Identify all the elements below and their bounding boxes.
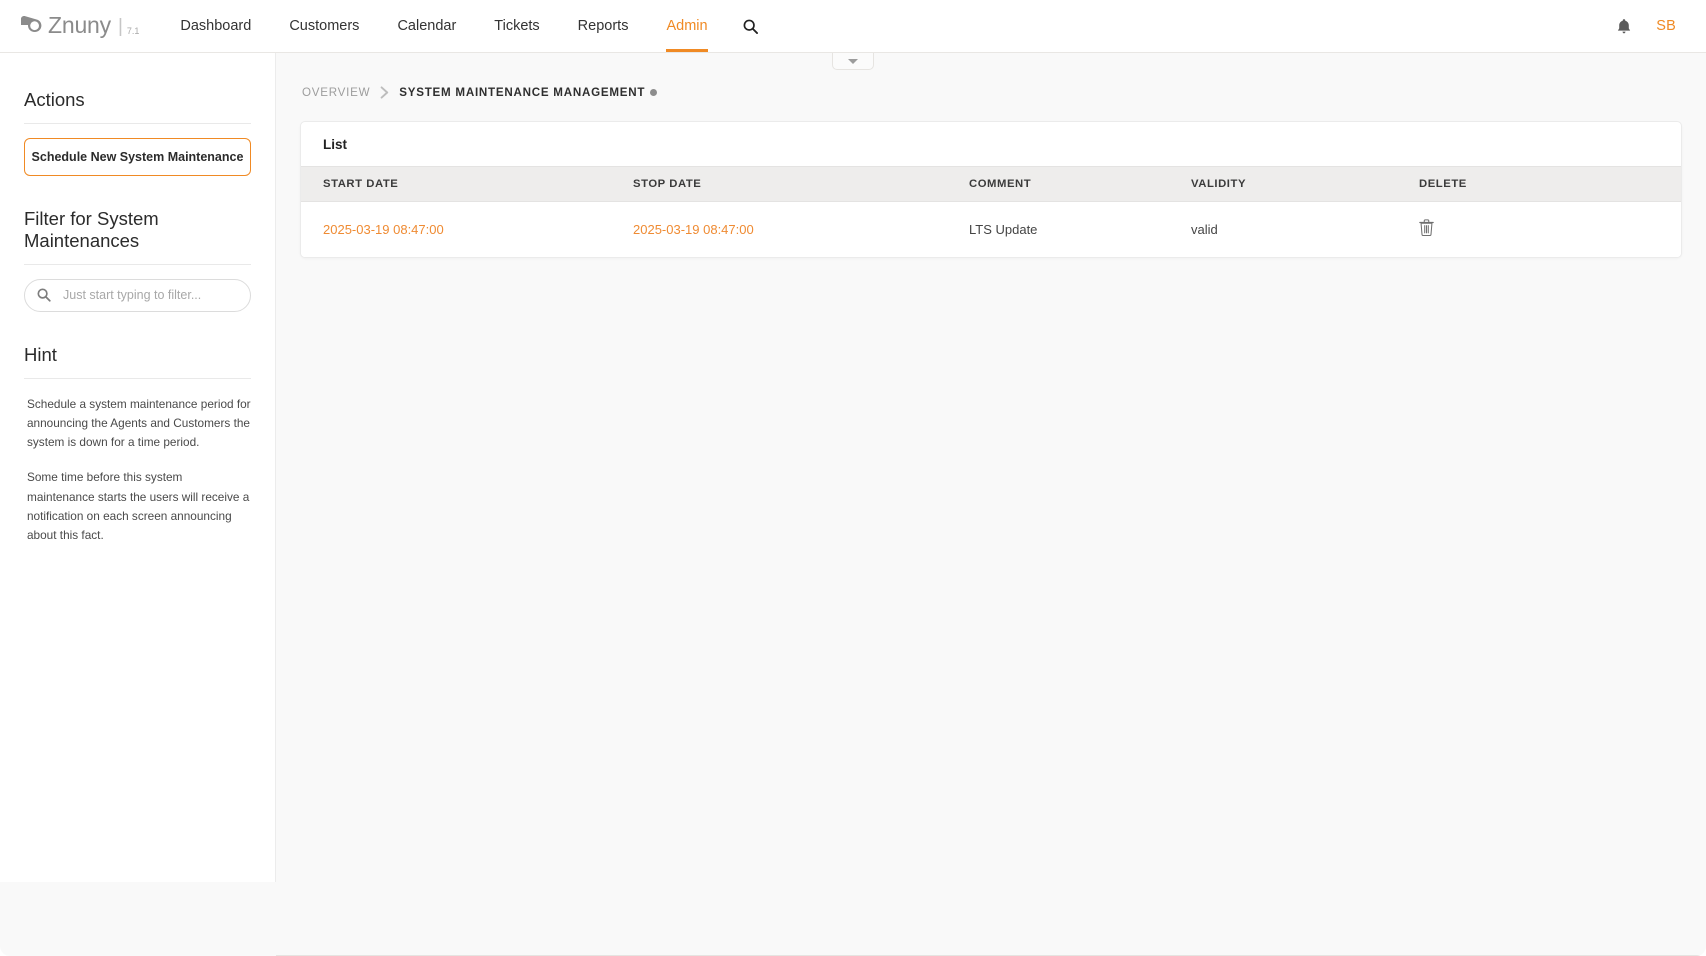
hint-paragraph-2: Some time before this system maintenance… <box>24 468 251 544</box>
delete-row-button[interactable] <box>1419 219 1434 236</box>
cell-stop-date: 2025-03-19 08:47:00 <box>633 202 969 258</box>
table-header-row: START DATE STOP DATE COMMENT VALIDITY DE… <box>301 167 1681 202</box>
cell-validity: valid <box>1191 202 1419 258</box>
nav-item-admin[interactable]: Admin <box>647 0 726 52</box>
system-maintenance-table: START DATE STOP DATE COMMENT VALIDITY DE… <box>301 166 1681 257</box>
app-window: Znuny | 7.1 Dashboard Customers Calendar… <box>0 0 1706 956</box>
app-logo[interactable]: Znuny | 7.1 <box>18 14 139 39</box>
start-date-link[interactable]: 2025-03-19 08:47:00 <box>323 222 444 237</box>
nav-item-tickets[interactable]: Tickets <box>475 0 558 52</box>
nav-item-calendar[interactable]: Calendar <box>378 0 475 52</box>
column-header-delete[interactable]: DELETE <box>1419 167 1681 202</box>
sidebar-filter-title: Filter for System Maintenances <box>24 176 251 265</box>
cell-comment: LTS Update <box>969 202 1191 258</box>
filter-input[interactable] <box>24 279 251 312</box>
breadcrumb-current-label: SYSTEM MAINTENANCE MANAGEMENT <box>399 86 645 99</box>
column-header-validity[interactable]: VALIDITY <box>1191 167 1419 202</box>
main-header: Znuny | 7.1 Dashboard Customers Calendar… <box>0 0 1706 53</box>
sidebar-filter-block <box>24 279 251 312</box>
breadcrumb-overview[interactable]: OVERVIEW <box>302 86 370 99</box>
logo-version: 7.1 <box>127 26 140 39</box>
main-content: OVERVIEW SYSTEM MAINTENANCE MANAGEMENT L… <box>276 53 1706 956</box>
bell-icon[interactable] <box>1616 18 1632 35</box>
stop-date-link[interactable]: 2025-03-19 08:47:00 <box>633 222 754 237</box>
sidebar: Actions Schedule New System Maintenance … <box>0 53 276 882</box>
nav-item-dashboard[interactable]: Dashboard <box>161 0 270 52</box>
table-header: START DATE STOP DATE COMMENT VALIDITY DE… <box>301 167 1681 202</box>
nav-item-customers[interactable]: Customers <box>270 0 378 52</box>
logo-divider: | <box>118 17 123 36</box>
schedule-new-system-maintenance-button[interactable]: Schedule New System Maintenance <box>24 138 251 176</box>
panel-title: List <box>301 122 1681 166</box>
page-body: Actions Schedule New System Maintenance … <box>0 53 1706 956</box>
sidebar-actions-title: Actions <box>24 53 251 124</box>
cell-start-date: 2025-03-19 08:47:00 <box>301 202 633 258</box>
header-collapse-toggle[interactable] <box>832 53 874 70</box>
header-actions: SB <box>1616 18 1684 35</box>
chevron-right-icon <box>380 86 389 99</box>
column-header-start-date[interactable]: START DATE <box>301 167 633 202</box>
avatar[interactable]: SB <box>1656 18 1676 34</box>
sidebar-hint-title: Hint <box>24 312 251 379</box>
chevron-down-icon <box>848 59 858 64</box>
logo-wordmark: Znuny <box>48 14 111 39</box>
system-maintenance-list-panel: List START DATE STOP DATE COMMENT VALIDI… <box>300 121 1682 258</box>
breadcrumb-current: SYSTEM MAINTENANCE MANAGEMENT <box>399 86 657 99</box>
sidebar-actions-block: Schedule New System Maintenance <box>24 124 251 176</box>
breadcrumb: OVERVIEW SYSTEM MAINTENANCE MANAGEMENT <box>300 53 1682 121</box>
main-nav: Dashboard Customers Calendar Tickets Rep… <box>161 0 773 52</box>
column-header-stop-date[interactable]: STOP DATE <box>633 167 969 202</box>
column-header-comment[interactable]: COMMENT <box>969 167 1191 202</box>
breadcrumb-status-dot <box>650 89 657 96</box>
table-body: 2025-03-19 08:47:00 2025-03-19 08:47:00 … <box>301 202 1681 258</box>
search-icon[interactable] <box>727 0 774 52</box>
znuny-logo-icon <box>18 15 44 37</box>
table-row[interactable]: 2025-03-19 08:47:00 2025-03-19 08:47:00 … <box>301 202 1681 258</box>
hint-paragraph-1: Schedule a system maintenance period for… <box>24 395 251 452</box>
cell-delete <box>1419 202 1681 258</box>
nav-item-reports[interactable]: Reports <box>559 0 648 52</box>
